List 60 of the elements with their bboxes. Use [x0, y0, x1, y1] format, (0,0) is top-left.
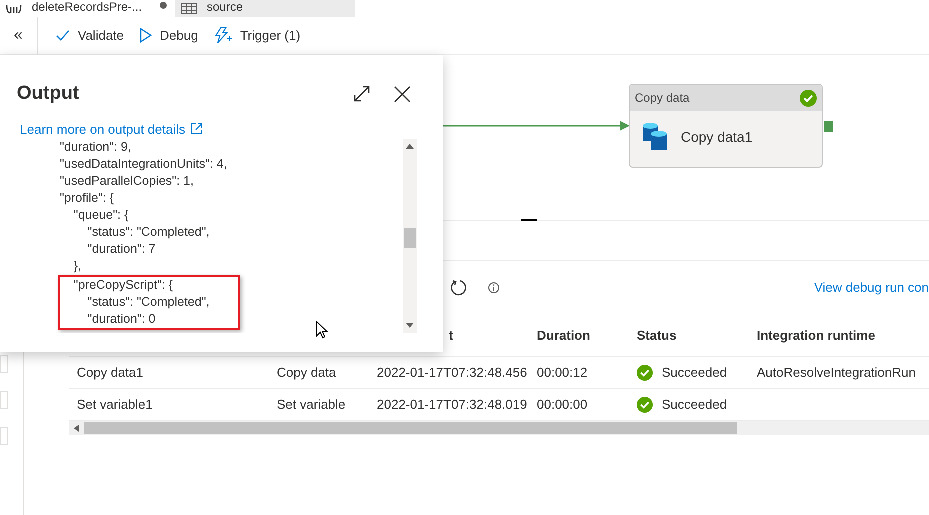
refresh-icon[interactable] [450, 279, 468, 297]
table-cell: 00:00:12 [537, 364, 588, 380]
checkmark-icon [56, 30, 70, 41]
scrollbar-thumb[interactable] [404, 228, 416, 248]
scroll-left-icon[interactable] [74, 424, 79, 432]
table-cell: 2022-01-17T07:32:48.456 [377, 364, 528, 380]
code-line: "preCopyScript": { [72, 277, 174, 294]
column-header: Status [637, 328, 677, 343]
learn-more-link[interactable]: Learn more on output details [20, 120, 186, 139]
editor-tab[interactable]: source [175, 0, 355, 17]
table-cell: 2022-01-17T07:32:48.019 [377, 396, 528, 412]
horizontal-scrollbar[interactable] [69, 421, 929, 435]
splitter-handle[interactable] [521, 219, 537, 221]
play-icon [140, 28, 152, 43]
scrollbar-thumb[interactable] [84, 422, 737, 434]
column-header: Integration runtime [757, 328, 876, 343]
table-cell: Copy data [277, 364, 336, 380]
database-copy-icon [643, 123, 669, 151]
code-line: "usedDataIntegrationUnits": 4, [60, 156, 228, 173]
close-icon[interactable] [394, 86, 411, 103]
table-cell: 00:00:00 [537, 396, 588, 412]
table-cell: Set variable [277, 396, 346, 412]
validate-button[interactable]: Validate [56, 26, 124, 46]
vertical-scrollbar[interactable] [403, 139, 417, 333]
debug-button[interactable]: Debug [140, 26, 198, 46]
activity-type: Copy data [635, 90, 690, 107]
code-line: "duration": 9, [60, 139, 132, 156]
code-line: "status": "Completed", [86, 224, 211, 241]
mouse-cursor-icon [316, 321, 328, 339]
trigger-button[interactable]: Trigger (1) [214, 26, 301, 46]
sidebar-tool[interactable] [0, 427, 8, 445]
table-cell: Set variable1 [77, 396, 153, 412]
scroll-up-icon[interactable] [406, 144, 414, 149]
code-line: "duration": 7 [86, 241, 157, 258]
collapse-button[interactable]: « [14, 24, 23, 48]
pipeline-icon [6, 2, 22, 14]
code-line: "usedParallelCopies": 1, [60, 173, 195, 190]
panel-title: Output [17, 82, 80, 106]
table-cell-text: Succeeded [662, 396, 728, 414]
code-line: "status": "Completed", [86, 294, 211, 311]
code-line: "queue": { [72, 207, 130, 224]
table-cell: AutoResolveIntegrationRun [757, 364, 916, 380]
column-header: t [449, 328, 454, 343]
table-cell: Copy data1 [77, 364, 144, 380]
output-port[interactable] [824, 121, 833, 132]
sidebar-tool[interactable] [0, 391, 8, 409]
activity-name: Copy data1 [681, 128, 753, 147]
external-link-icon [190, 123, 202, 136]
lightning-icon [214, 27, 232, 44]
expand-icon[interactable] [352, 84, 372, 104]
code-line: "profile": { [60, 190, 116, 207]
info-icon[interactable] [488, 282, 500, 294]
view-debug-run-link[interactable]: View debug run con [814, 278, 929, 298]
table-icon [181, 3, 197, 14]
column-header: Duration [537, 328, 590, 343]
sidebar-tool[interactable] [0, 355, 8, 373]
code-line: }, [72, 258, 83, 275]
table-cell-text: Succeeded [662, 364, 728, 382]
scroll-down-icon[interactable] [406, 323, 414, 328]
code-line: "duration": 0 [86, 311, 157, 328]
